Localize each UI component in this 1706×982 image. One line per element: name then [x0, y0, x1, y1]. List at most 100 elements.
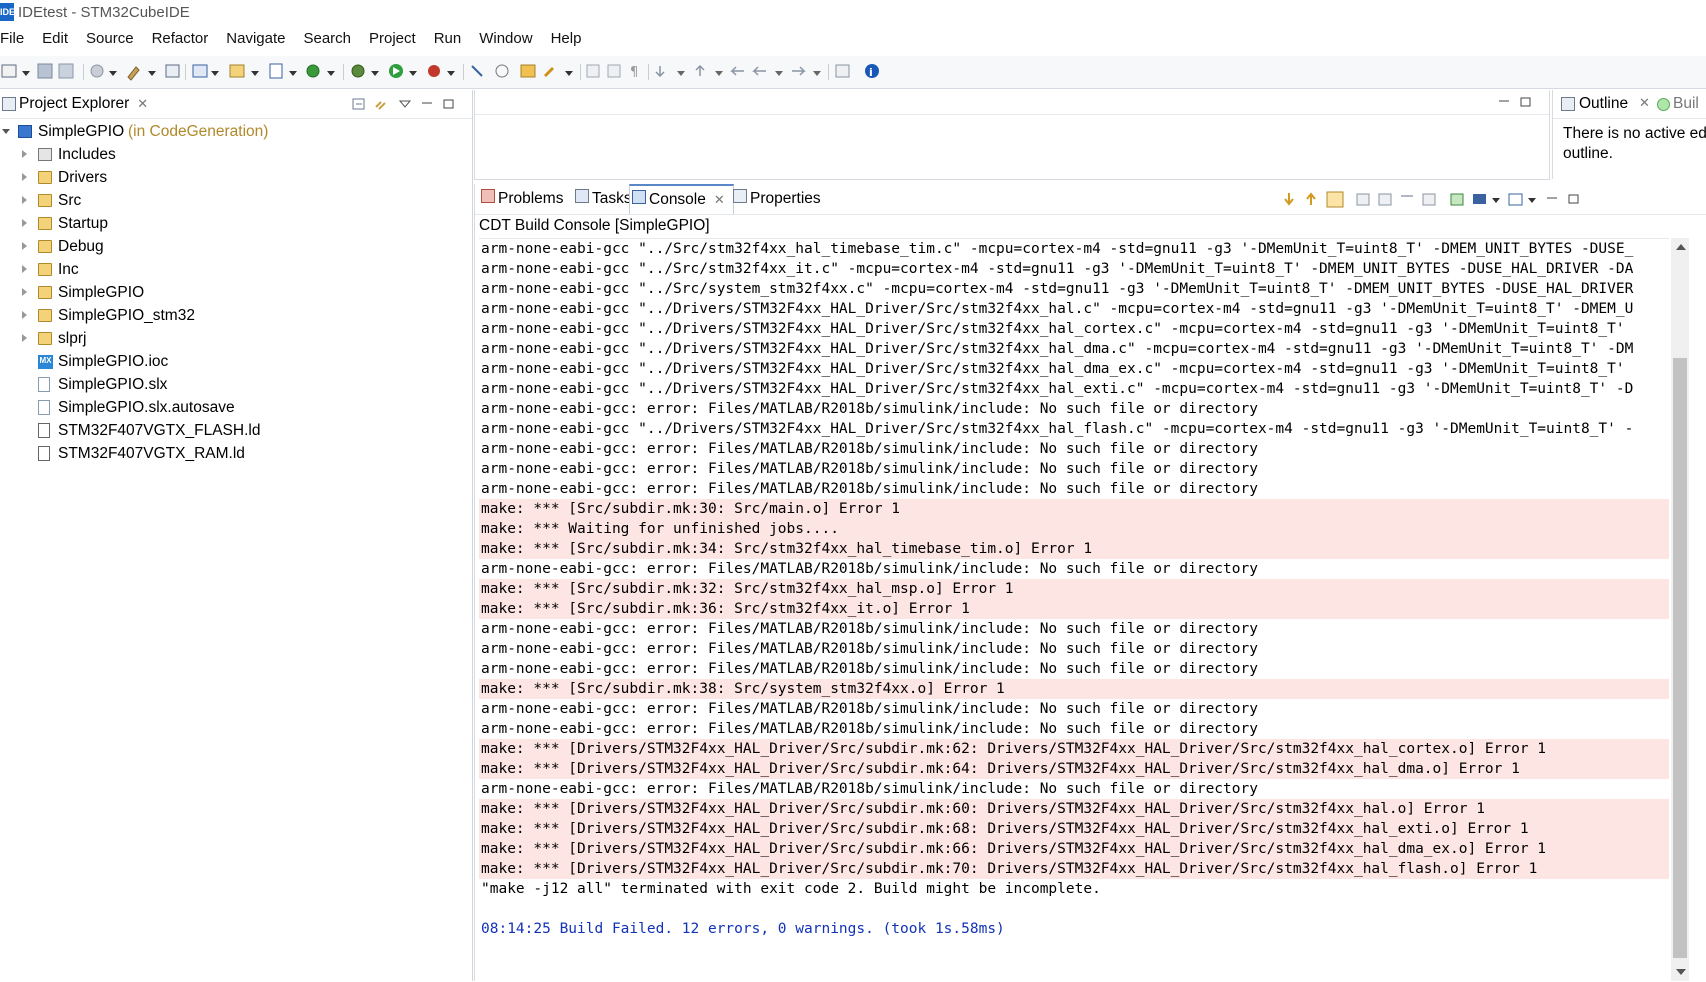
project-explorer-icon	[2, 97, 16, 111]
collapse-all-icon[interactable]	[352, 97, 366, 111]
console-line: make: *** [Drivers/STM32F4xx_HAL_Driver/…	[479, 759, 1669, 779]
editor-maximize-icon[interactable]	[1519, 95, 1533, 109]
tree-item[interactable]: Src	[0, 189, 472, 212]
console-line: arm-none-eabi-gcc "../Drivers/STM32F4xx_…	[481, 321, 1625, 337]
outline-tab[interactable]: Outline	[1579, 95, 1628, 113]
tree-item[interactable]: SimpleGPIO.slx	[0, 373, 472, 396]
link-with-editor-icon[interactable]	[374, 97, 388, 111]
includes-icon	[38, 148, 52, 161]
expand-chevron-icon[interactable]	[22, 242, 27, 250]
scroll-down-icon	[1284, 193, 1294, 206]
svg-text:i: i	[869, 66, 873, 79]
minimize-icon[interactable]	[420, 97, 434, 111]
expand-chevron-icon[interactable]	[22, 173, 27, 181]
tree-item[interactable]: SimpleGPIO.slx.autosave	[0, 396, 472, 419]
window-title: IDEtest - STM32CubeIDE	[18, 4, 190, 21]
outline-close-icon[interactable]: ✕	[1639, 95, 1650, 111]
tree-item-label: Drivers	[58, 169, 108, 186]
menu-help[interactable]: Help	[542, 28, 591, 50]
expand-chevron-icon[interactable]	[22, 196, 27, 204]
tree-item[interactable]: STM32F407VGTX_RAM.ld	[0, 442, 472, 465]
console-scrollbar[interactable]	[1671, 238, 1689, 981]
back-icon	[752, 66, 766, 76]
folder-icon	[38, 217, 52, 230]
menu-refactor[interactable]: Refactor	[143, 28, 218, 50]
tree-item[interactable]: Inc	[0, 258, 472, 281]
close-icon[interactable]: ✕	[137, 96, 148, 112]
tree-item-label: slprj	[58, 330, 87, 347]
tree-item[interactable]: Startup	[0, 212, 472, 235]
scroll-down-arrow-icon[interactable]	[1676, 969, 1686, 975]
expand-chevron-icon[interactable]	[22, 150, 27, 158]
folder-icon	[38, 286, 52, 299]
display-selected-console-icon	[1473, 194, 1486, 204]
new-icon	[1, 64, 17, 78]
expand-chevron-icon[interactable]	[22, 311, 27, 319]
tree-item[interactable]: MX SimpleGPIO.ioc	[0, 350, 472, 373]
save-icon	[37, 63, 53, 79]
tab-tasks[interactable]: Tasks	[573, 184, 632, 214]
menu-window[interactable]: Window	[470, 28, 541, 50]
console-maximize-icon	[1568, 194, 1579, 204]
menu-run[interactable]: Run	[425, 28, 471, 50]
scrollbar-thumb[interactable]	[1673, 358, 1687, 958]
tree-item-label: Startup	[58, 215, 108, 232]
tree-item[interactable]: Debug	[0, 235, 472, 258]
expand-chevron-icon[interactable]	[2, 129, 10, 134]
menu-file[interactable]: File	[0, 28, 33, 50]
tab-properties[interactable]: Properties	[731, 184, 821, 214]
menu-search[interactable]: Search	[294, 28, 360, 50]
tree-item-label: Includes	[58, 146, 116, 163]
menu-project[interactable]: Project	[360, 28, 425, 50]
editor-tab-bar	[475, 90, 1549, 115]
last-edit-location-icon	[730, 66, 744, 76]
console-line: arm-none-eabi-gcc "../Src/stm32f4xx_hal_…	[481, 241, 1634, 257]
open-type-icon	[520, 64, 536, 78]
tree-item[interactable]: SimpleGPIO	[0, 281, 472, 304]
tree-item-label: SimpleGPIO	[58, 284, 145, 301]
toggle-mark-occurrences-icon	[586, 64, 600, 78]
console-line: arm-none-eabi-gcc: error: Files/MATLAB/R…	[481, 721, 1258, 737]
console-line: make: *** [Src/subdir.mk:32: Src/stm32f4…	[479, 579, 1669, 599]
expand-chevron-icon[interactable]	[22, 219, 27, 227]
expand-chevron-icon[interactable]	[22, 288, 27, 296]
tree-item[interactable]: Drivers	[0, 166, 472, 189]
menu-source[interactable]: Source	[77, 28, 143, 50]
tree-item[interactable]: STM32F407VGTX_FLASH.ld	[0, 419, 472, 442]
open-console-icon	[1508, 193, 1523, 206]
show-console-icon	[1356, 193, 1370, 206]
tab-problems-label: Problems	[498, 190, 564, 207]
menu-edit[interactable]: Edit	[33, 28, 77, 50]
project-tree: SimpleGPIO (in CodeGeneration) Includes D…	[0, 120, 472, 465]
tree-item[interactable]: slprj	[0, 327, 472, 350]
scroll-up-icon	[1306, 192, 1316, 205]
view-menu-icon[interactable]	[398, 97, 412, 111]
expand-chevron-icon[interactable]	[22, 265, 27, 273]
editor-area	[474, 90, 1550, 180]
console-close-icon[interactable]: ✕	[714, 192, 725, 207]
tab-problems[interactable]: Problems	[479, 184, 563, 214]
tree-item[interactable]: Includes	[0, 143, 472, 166]
tree-item-project[interactable]: SimpleGPIO (in CodeGeneration)	[0, 120, 472, 143]
build-targets-tab[interactable]: Buil	[1673, 95, 1699, 113]
maximize-icon[interactable]	[442, 97, 456, 111]
build-config-icon	[90, 64, 104, 78]
console-output[interactable]: arm-none-eabi-gcc "../Src/stm32f4xx_hal_…	[479, 238, 1669, 982]
editor-minimize-icon[interactable]	[1497, 95, 1511, 109]
menu-navigate[interactable]: Navigate	[217, 28, 294, 50]
remove-launch-icon	[1422, 193, 1436, 206]
scroll-up-arrow-icon[interactable]	[1676, 244, 1686, 250]
tree-item[interactable]: SimpleGPIO_stm32	[0, 304, 472, 327]
skip-breakpoints-icon	[471, 65, 483, 77]
project-icon	[18, 125, 32, 138]
mx-icon: MX	[38, 355, 53, 369]
project-explorer-tab[interactable]: Project Explorer	[19, 95, 129, 113]
folder-icon	[38, 263, 52, 276]
toggle-mark-icon	[495, 64, 509, 78]
expand-chevron-icon[interactable]	[22, 334, 27, 342]
console-line: make: *** [Src/subdir.mk:30: Src/main.o]…	[479, 499, 1669, 519]
console-line: arm-none-eabi-gcc: error: Files/MATLAB/R…	[481, 481, 1258, 497]
tab-console[interactable]: Console ✕	[629, 184, 734, 214]
new-source-file-icon	[269, 63, 283, 79]
